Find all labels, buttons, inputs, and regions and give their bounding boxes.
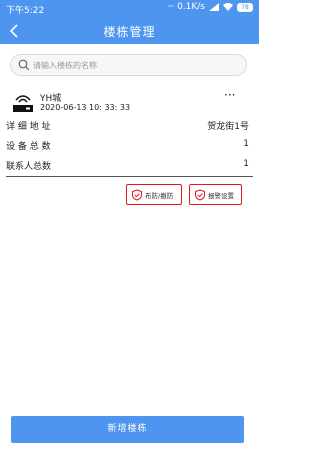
- page-title: 楼栋管理: [103, 25, 156, 39]
- divider: [6, 176, 253, 177]
- more-options-button[interactable]: ···: [224, 88, 235, 102]
- address-value: 贺龙街1号: [207, 122, 249, 132]
- search-bar[interactable]: [10, 54, 247, 76]
- network-speed: 0.1K/s: [177, 2, 205, 12]
- status-time: 下午5:22: [6, 6, 45, 16]
- search-input[interactable]: [33, 56, 238, 74]
- add-building-button[interactable]: 新增楼栋: [11, 416, 244, 443]
- contact-count-label: 联系人总数: [6, 162, 52, 172]
- signal-icon: [209, 3, 219, 11]
- router-icon: [13, 95, 33, 112]
- search-icon: [18, 59, 30, 71]
- nav-bar: 楼栋管理: [0, 18, 259, 44]
- app-header: 下午5:22 ··· 0.1K/s 78 楼栋管理: [0, 0, 259, 44]
- device-count-row: 设 备 总 数 1: [6, 139, 249, 153]
- arm-disarm-label: 布防/撤防: [145, 191, 174, 200]
- device-count-value: 1: [243, 139, 249, 149]
- address-row: 详 细 地 址 贺龙街1号: [6, 119, 249, 133]
- shield-check-icon: [195, 188, 205, 201]
- contact-count-value: 1: [243, 159, 249, 169]
- contact-count-row: 联系人总数 1: [6, 159, 249, 173]
- building-card[interactable]: YH城 2020-06-13 10: 33: 33 ··· 详 细 地 址 贺龙…: [0, 88, 259, 212]
- wifi-icon: [223, 3, 233, 11]
- status-right: ··· 0.1K/s 78: [167, 2, 253, 12]
- building-datetime: 2020-06-13 10: 33: 33: [40, 103, 131, 112]
- battery-icon: 78: [237, 2, 253, 12]
- address-label: 详 细 地 址: [6, 122, 51, 132]
- alarm-settings-button[interactable]: 报警设置: [189, 184, 242, 205]
- signal-dots-icon: ···: [167, 2, 174, 12]
- arm-disarm-button[interactable]: 布防/撤防: [126, 184, 182, 205]
- status-bar: 下午5:22 ··· 0.1K/s 78: [0, 0, 259, 18]
- alarm-settings-label: 报警设置: [208, 191, 234, 200]
- device-count-label: 设 备 总 数: [6, 142, 51, 152]
- shield-check-icon: [132, 188, 142, 201]
